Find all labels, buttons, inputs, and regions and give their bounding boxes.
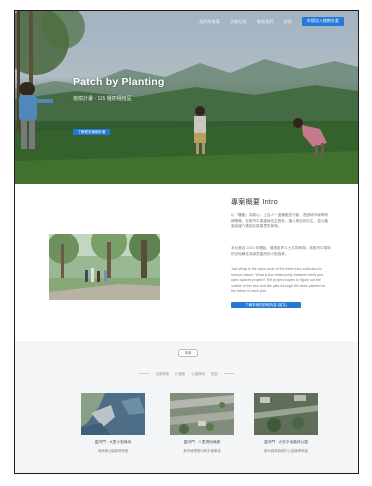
project-card-subtitle: 海岸線公園綠帶串連 xyxy=(97,449,129,453)
intro-title: 專案概要 Intro xyxy=(231,199,278,206)
nav-item-story[interactable]: 我們的故事 xyxy=(199,19,220,25)
project-card[interactable]: 臺灣門 · 八里濕地綠廊 都市綠帶與河岸步道串連 xyxy=(170,393,234,453)
project-card[interactable]: 臺灣門 · 大安平地森林公園 都市森林與城市公園綠帶串連 xyxy=(254,393,318,453)
project-aerial-photo xyxy=(170,393,234,435)
intro-paragraph-2: 本計畫自 2020 年開始，邀請各界人士共同參與，將都市中零碎的空地轉化為綠意盎… xyxy=(231,246,331,256)
project-aerial-photo xyxy=(81,393,145,435)
intro-paragraph-3: Just Wrap is the open code of the trees … xyxy=(231,267,326,294)
hero-banner: 我們的故事 活動紀錄 聯絡我們 其他 申請加入植樹計畫 Patch by Pla… xyxy=(15,11,358,184)
nav-item-contact[interactable]: 聯絡我們 xyxy=(257,19,274,25)
hero-photo xyxy=(15,11,358,184)
filter-parks[interactable]: 公園綠地 xyxy=(191,371,205,376)
hero-learn-more-button[interactable]: 了解更多植樹計畫 xyxy=(73,129,110,135)
project-card-subtitle: 都市森林與城市公園綠帶串連 xyxy=(263,449,309,453)
hero-title: Patch by Planting xyxy=(73,76,165,88)
nav-item-other[interactable]: 其他 xyxy=(284,19,292,25)
filter-divider xyxy=(139,373,150,374)
project-filters: 全部專案 行道樹 公園綠地 校園 xyxy=(15,371,358,376)
projects-section: 專案 全部專案 行道樹 公園綠地 校園 臺灣門 · 大里小型綠地 海岸線公園綠帶… xyxy=(15,341,358,473)
project-card-title: 臺灣門 · 大里小型綠地 xyxy=(94,440,132,444)
project-card-title: 臺灣門 · 八里濕地綠廊 xyxy=(183,440,221,444)
hero-subtitle: 植樹計畫 - 115 種樹種植區 xyxy=(73,96,132,102)
intro-photo xyxy=(49,234,160,300)
intro-detail-button[interactable]: 了解本案的詳細內容 (英文) xyxy=(231,302,301,308)
project-card-subtitle: 都市綠帶與河岸步道串連 xyxy=(183,449,221,453)
nav-join-button[interactable]: 申請加入植樹計畫 xyxy=(302,17,344,26)
intro-paragraph-1: 以「種樹」為核心，上百人一邊種樹並行動，透過城市綠帶修補策略，在都市中重建綠色生… xyxy=(231,213,329,229)
page-frame: 我們的故事 活動紀錄 聯絡我們 其他 申請加入植樹計畫 Patch by Pla… xyxy=(14,10,359,474)
filter-divider xyxy=(223,373,234,374)
filter-campus[interactable]: 校園 xyxy=(211,371,218,376)
project-card[interactable]: 臺灣門 · 大里小型綠地 海岸線公園綠帶串連 xyxy=(81,393,145,453)
nav-item-events[interactable]: 活動紀錄 xyxy=(230,19,247,25)
projects-tag: 專案 xyxy=(178,349,198,357)
top-nav: 我們的故事 活動紀錄 聯絡我們 其他 申請加入植樹計畫 xyxy=(199,17,344,26)
project-aerial-photo xyxy=(254,393,318,435)
filter-street-trees[interactable]: 行道樹 xyxy=(175,371,185,376)
project-card-title: 臺灣門 · 大安平地森林公園 xyxy=(264,440,308,444)
filter-all[interactable]: 全部專案 xyxy=(155,371,169,376)
